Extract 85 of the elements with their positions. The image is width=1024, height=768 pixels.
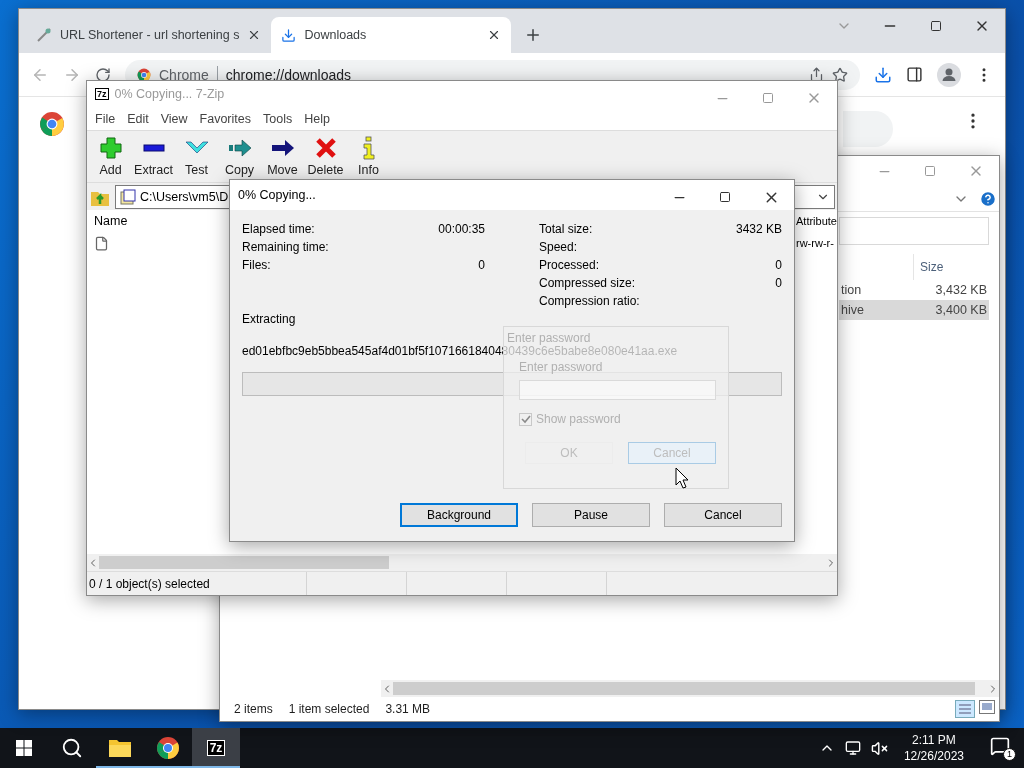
plus-icon [98, 136, 123, 160]
dialog-button[interactable]: Pause [532, 503, 650, 527]
password-field[interactable] [519, 380, 716, 400]
checkbox[interactable] [519, 412, 532, 426]
thumbnail-view-icon[interactable] [979, 700, 995, 714]
table-cell: rw-rw-r- [796, 237, 834, 249]
file-row[interactable]: tion 3,432 KB [839, 280, 989, 300]
toolbar-button[interactable]: Test [175, 136, 218, 177]
checkbox-label: Show password [536, 412, 621, 426]
column-header[interactable]: Attribute [796, 215, 837, 227]
stat-label: Remaining time: [242, 240, 329, 254]
file-icon [94, 235, 109, 251]
stat-value: 0 [775, 258, 782, 272]
menu-item[interactable]: Help [298, 111, 336, 126]
folder-icon [108, 738, 132, 758]
sevenzip-logo: 7z [206, 740, 226, 756]
column-header[interactable]: Size [913, 254, 989, 280]
stat-label: Compression ratio: [539, 294, 640, 308]
stat-label: Elapsed time: [242, 222, 315, 236]
notification-button[interactable]: 1 [990, 735, 1016, 761]
archive-icon [120, 188, 136, 205]
toolbar-button[interactable]: Copy [218, 136, 261, 177]
selection-info: 1 item selected [288, 702, 370, 716]
side-panel-icon[interactable] [906, 66, 923, 83]
toolbar-button[interactable]: Add [89, 136, 132, 177]
menu-item[interactable]: Favorites [193, 111, 257, 126]
sevenzip-logo: 7z [95, 88, 109, 100]
stat-label: Speed: [539, 240, 578, 254]
chrome-logo-icon [39, 111, 65, 137]
stat-value: 0 [478, 258, 485, 272]
arrow-icon [227, 136, 252, 160]
notification-count: 1 [1003, 747, 1016, 761]
status-text: 0 / 1 object(s) selected [89, 576, 210, 591]
search-field[interactable] [843, 111, 893, 147]
download-icon [281, 27, 297, 43]
browser-tab[interactable]: URL Shortener - url shortening s [26, 17, 272, 53]
toolbar-button[interactable]: Move [261, 136, 304, 177]
star-icon[interactable] [832, 66, 848, 83]
volume-muted-icon[interactable] [870, 739, 888, 757]
stat-value: 00:00:35 [438, 222, 485, 236]
clock[interactable]: 2:11 PM 12/26/2023 [903, 732, 964, 764]
column-header[interactable]: Name [94, 214, 128, 228]
window-title: 0% Copying... 7-Zip [114, 87, 225, 101]
file-row[interactable]: hive 3,400 KB [839, 300, 989, 320]
operation-label: Extracting [242, 312, 296, 326]
delete-icon [313, 136, 338, 160]
file-name: ed01ebfbc9eb5bbea545af4d01bf5f1071661840480439c6e5babe8e080e41aa.exe [242, 344, 678, 358]
reload-icon[interactable] [95, 66, 111, 83]
network-icon[interactable] [844, 740, 861, 756]
dialog-button[interactable]: Background [400, 503, 518, 527]
stat-value: 0 [775, 276, 782, 290]
search-field[interactable] [839, 217, 989, 245]
field-label: Enter password [519, 360, 603, 374]
share-icon[interactable] [809, 67, 824, 82]
dialog-title: 0% Copying... [238, 188, 316, 202]
windows-logo-icon [16, 740, 32, 756]
dialog-title: Enter password [507, 331, 591, 345]
menu-item[interactable]: File [89, 111, 122, 126]
stat-label: Files: [242, 258, 271, 272]
maximize-icon[interactable] [930, 20, 942, 32]
search-icon [61, 737, 83, 759]
toolbar-button[interactable]: Info [347, 136, 390, 177]
menu-item[interactable]: View [154, 111, 194, 126]
toolbar-button[interactable]: Extract [132, 136, 175, 177]
taskbar-app[interactable]: 7z [192, 728, 240, 768]
chrome-logo-icon [156, 736, 180, 760]
menu-item[interactable]: Edit [121, 111, 155, 126]
download-icon[interactable] [874, 65, 892, 84]
maximize-icon[interactable] [719, 191, 731, 203]
stat-label: Processed: [539, 258, 600, 272]
help-icon[interactable] [979, 189, 997, 208]
toolbar-button[interactable]: Delete [304, 136, 347, 177]
stat-value: 3432 KB [735, 222, 782, 236]
link-icon [36, 27, 52, 43]
notification-icon [990, 735, 1010, 756]
selection-size: 3.31 MB [385, 702, 431, 716]
stat-label: Compressed size: [539, 276, 636, 290]
profile-icon[interactable] [937, 62, 961, 87]
dialog-button[interactable]: Cancel [664, 503, 782, 527]
browser-tab[interactable]: Downloads [271, 17, 512, 53]
menu-item[interactable]: Tools [257, 111, 299, 126]
checkmark-icon [520, 414, 531, 424]
item-count: 2 items [234, 702, 273, 716]
stat-label: Total size: [539, 222, 593, 236]
mouse-cursor-icon [675, 467, 689, 489]
